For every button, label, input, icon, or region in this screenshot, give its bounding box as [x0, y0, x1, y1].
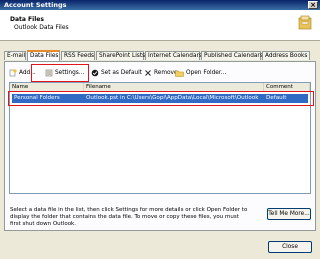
window-title: Account Settings	[4, 1, 67, 9]
header-subtitle: Outlook Data Files	[14, 24, 69, 31]
tab-address-books[interactable]: Address Books	[262, 51, 310, 60]
data-files-icon	[298, 15, 312, 30]
remove-label: Remove	[154, 70, 178, 76]
checkmark-icon	[91, 69, 99, 76]
header-title: Data Files	[10, 16, 44, 23]
open-folder-button[interactable]: Open Folder...	[175, 67, 226, 79]
tab-published-calendars[interactable]: Published Calendars	[201, 51, 263, 60]
data-files-panel: Add... Settings... Set as Default Remove	[4, 61, 316, 231]
tab-data-files[interactable]: Data Files	[27, 50, 60, 61]
settings-highlight-box	[31, 64, 89, 82]
set-as-default-label: Set as Default	[101, 70, 142, 76]
tab-sharepoint-lists[interactable]: SharePoint Lists	[96, 51, 145, 60]
tab-rss-feeds[interactable]: RSS Feeds	[61, 51, 95, 60]
open-folder-label: Open Folder...	[186, 70, 227, 76]
remove-button[interactable]: Remove	[144, 67, 178, 79]
row-highlight-box	[8, 91, 314, 106]
column-comment[interactable]: Comment	[264, 83, 310, 91]
close-button[interactable]: Close	[268, 241, 312, 253]
set-as-default-button[interactable]: Set as Default	[91, 67, 142, 79]
folder-icon	[175, 70, 184, 77]
header-panel: Data Files Outlook Data Files	[0, 10, 320, 41]
window-close-button[interactable]: ×	[308, 1, 318, 9]
tell-me-more-button[interactable]: Tell Me More...	[267, 208, 311, 220]
help-text: Select a data file in the list, then cli…	[10, 207, 248, 227]
tab-email[interactable]: E-mail	[4, 51, 26, 60]
add-file-icon	[9, 68, 17, 76]
tab-internet-calendars[interactable]: Internet Calendars	[145, 51, 202, 60]
remove-x-icon	[145, 69, 151, 76]
column-filename[interactable]: Filename	[84, 83, 264, 91]
account-settings-window: Account Settings × Data Files Outlook Da…	[0, 0, 320, 259]
column-name[interactable]: Name	[10, 83, 84, 91]
window-titlebar: Account Settings ×	[0, 0, 320, 10]
